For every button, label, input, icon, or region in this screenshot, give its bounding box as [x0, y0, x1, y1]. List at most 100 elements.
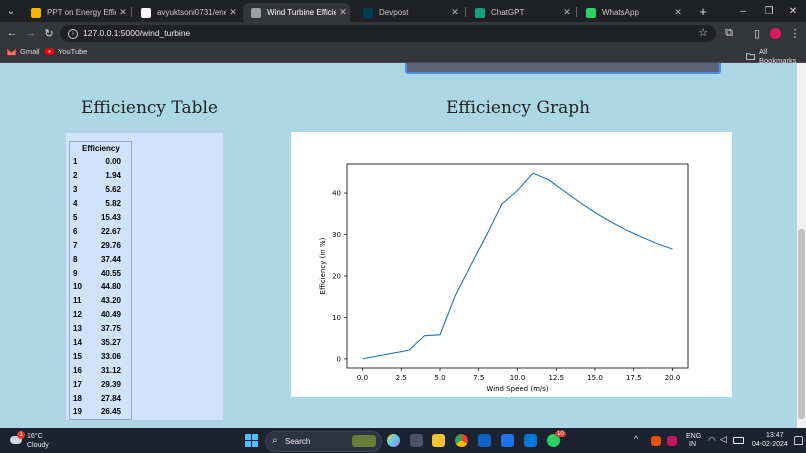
bookmark-gmail[interactable]: Gmail	[7, 47, 40, 56]
bookmarks-bar: Gmail YouTube All Bookmarks	[0, 44, 806, 65]
row-index: 7	[73, 240, 78, 250]
minimize-button[interactable]: –	[730, 0, 756, 22]
row-index: 1	[73, 157, 78, 167]
efficiency-value: 27.84	[100, 393, 121, 403]
table-row: 4 5.82	[70, 197, 131, 211]
linkedin-icon[interactable]	[478, 434, 491, 447]
tray-overflow-chevron-icon[interactable]: ^	[634, 434, 638, 444]
new-tab-button[interactable]: +	[690, 0, 716, 22]
close-tab-icon[interactable]: ✕	[336, 7, 350, 18]
tab-title: Wind Turbine Efficiency	[267, 8, 336, 17]
tray-app-icon-2[interactable]	[667, 436, 677, 446]
table-row: 10 44.80	[70, 280, 131, 294]
extensions-icon[interactable]: ⧉	[722, 26, 736, 40]
reload-icon[interactable]: ↻	[42, 26, 56, 40]
efficiency-value: 35.27	[100, 338, 121, 348]
browser-tab[interactable]: avyuktsoni0731/energy-eff✕	[133, 3, 240, 22]
close-tab-icon[interactable]: ✕	[116, 7, 130, 18]
table-row: 6 22.67	[70, 224, 131, 238]
table-row: 18 27.84	[70, 391, 131, 405]
github-icon	[141, 7, 151, 18]
row-index: 5	[73, 213, 78, 222]
efficiency-value: 29.39	[100, 379, 121, 389]
table-row: 13 37.75	[70, 322, 131, 336]
row-index: 14	[73, 338, 82, 348]
close-tab-icon[interactable]: ✕	[226, 7, 240, 18]
bookmark-star-icon[interactable]: ☆	[698, 26, 708, 39]
x-tick-label: 15.0	[587, 374, 603, 382]
task-view-icon[interactable]	[410, 434, 423, 447]
table-row: 15 33.06	[70, 349, 131, 363]
site-info-icon[interactable]: i	[68, 29, 78, 39]
efficiency-value: 37.44	[100, 254, 121, 264]
row-index: 8	[73, 254, 78, 264]
chrome-icon[interactable]	[455, 434, 468, 447]
folder-icon	[746, 52, 755, 61]
efficiency-value: 0.00	[105, 157, 121, 167]
efficiency-line-chart: 0.0 2.5 5.0 7.5 10.0 12.5 15.0 17.5 20.0 0 10 20 30 4…	[319, 163, 689, 393]
volume-icon[interactable]: ◁	[720, 434, 727, 445]
clock-time: 13:47	[766, 432, 784, 439]
tab-title: ChatGPT	[491, 8, 525, 17]
efficiency-graph-title: Efficiency Graph	[446, 98, 591, 118]
bookmark-youtube[interactable]: YouTube	[45, 47, 87, 56]
mail-icon[interactable]	[501, 434, 514, 447]
close-tab-icon[interactable]: ✕	[560, 7, 574, 18]
chatgpt-icon	[475, 7, 485, 18]
table-body: 1 0.00 2 1.94 3 5.62 4 5.82 5 15.43 6 22.67 7 29.76 8 3…	[70, 155, 131, 419]
url-text[interactable]: 127.0.0.1:5000/wind_turbine	[83, 28, 190, 38]
close-tab-icon[interactable]: ✕	[448, 7, 462, 18]
row-index: 6	[73, 226, 78, 236]
table-row: 19 26.45	[70, 405, 131, 419]
efficiency-table-panel: Efficiency 1 0.00 2 1.94 3 5.62 4 5.82 5 15.43 6 22…	[65, 132, 224, 421]
start-button[interactable]	[245, 434, 258, 447]
file-explorer-icon[interactable]	[432, 434, 445, 447]
page-viewport: Efficiency Table Efficiency Graph Effici…	[0, 63, 797, 428]
vscode-icon[interactable]	[524, 434, 537, 447]
tab-separator	[465, 7, 466, 17]
weather-widget[interactable]: 1 16°C Cloudy	[8, 431, 68, 451]
x-tick-label: 10.0	[510, 374, 526, 382]
devpost-icon	[363, 7, 373, 18]
close-tab-icon[interactable]: ✕	[671, 7, 685, 18]
y-tick-label: 20	[332, 272, 341, 280]
scrollbar-thumb[interactable]	[798, 229, 805, 419]
efficiency-value: 22.67	[100, 226, 121, 236]
tab-title: PPT on Energy Efficiency C	[47, 8, 116, 17]
close-window-button[interactable]: ✕	[780, 0, 806, 22]
row-index: 12	[73, 310, 82, 320]
tab-separator	[576, 7, 577, 17]
browser-tab[interactable]: Devpost ✕	[355, 3, 462, 22]
wifi-icon[interactable]: ◠	[708, 435, 716, 446]
tab-search-chevron-icon[interactable]: ⌄	[0, 0, 22, 22]
forward-arrow-icon[interactable]: →	[24, 26, 38, 40]
profile-avatar[interactable]	[768, 26, 782, 40]
side-panel-icon[interactable]: ▯	[750, 26, 764, 40]
copilot-icon[interactable]	[387, 434, 400, 447]
battery-icon[interactable]	[733, 437, 744, 444]
windows-logo-icon	[245, 434, 258, 447]
whatsapp-unread-badge: 10	[555, 431, 566, 437]
taskbar-search-box[interactable]: ⌕ Search	[265, 431, 382, 452]
taskbar-search-placeholder: Search	[285, 437, 311, 446]
row-index: 16	[73, 365, 82, 375]
notifications-bell-icon[interactable]	[794, 436, 803, 445]
page-scrollbar[interactable]	[797, 63, 806, 428]
tray-app-icon[interactable]	[651, 436, 661, 446]
x-axis-label: Wind Speed (m/s)	[486, 385, 549, 393]
address-bar[interactable]: i 127.0.0.1:5000/wind_turbine ☆	[60, 25, 716, 42]
browser-tab[interactable]: ChatGPT ✕	[467, 3, 574, 22]
efficiency-value: 26.45	[100, 407, 121, 417]
back-arrow-icon[interactable]: ←	[5, 26, 19, 40]
browser-tab[interactable]: PPT on Energy Efficiency C✕	[23, 3, 130, 22]
plot-frame	[346, 163, 689, 369]
region-code: IN	[689, 441, 696, 448]
row-index: 17	[73, 379, 82, 389]
browser-tab[interactable]: Wind Turbine Efficiency✕	[243, 3, 350, 22]
table-row: 12 40.49	[70, 308, 131, 322]
efficiency-value: 31.12	[100, 365, 121, 375]
browser-menu-icon[interactable]: ⋮	[788, 26, 802, 40]
x-tick-label: 20.0	[665, 374, 681, 382]
restore-button[interactable]: ❐	[756, 0, 782, 22]
browser-tab[interactable]: WhatsApp ✕	[578, 3, 685, 22]
